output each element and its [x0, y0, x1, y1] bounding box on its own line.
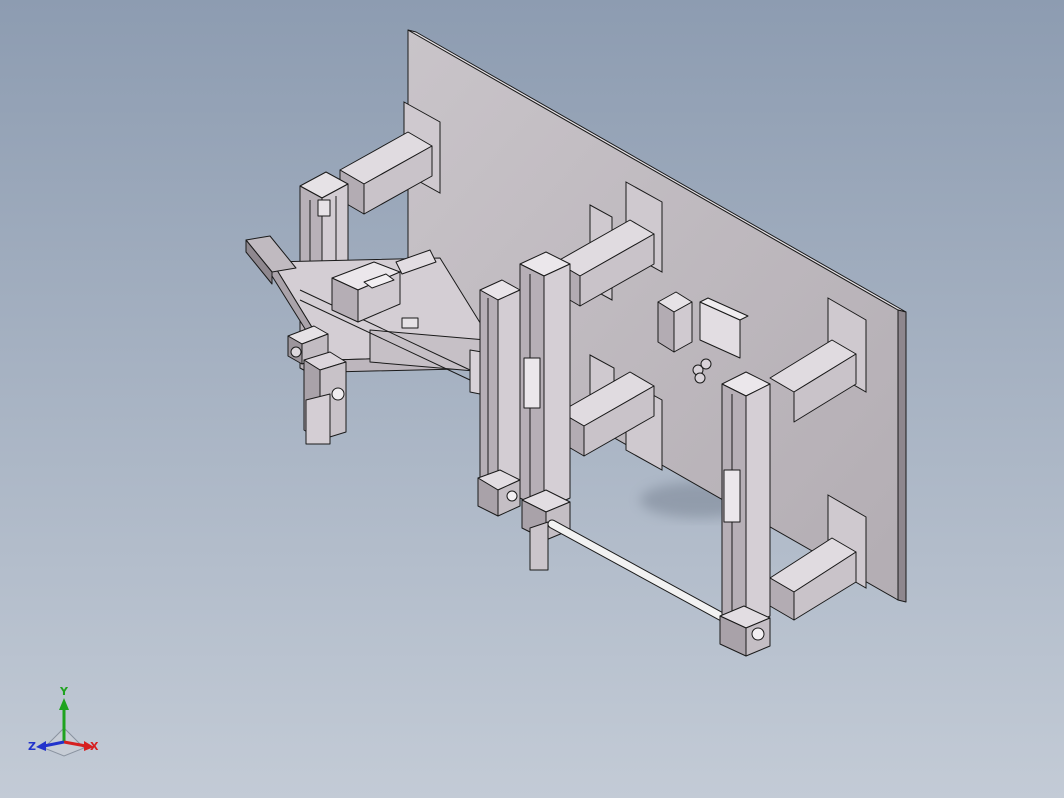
- middle-vertical-module-a[interactable]: [477, 279, 521, 517]
- connecting-rod: [547, 519, 729, 623]
- right-vertical-module[interactable]: [719, 371, 771, 657]
- z-axis-arrowhead: [36, 741, 46, 751]
- y-axis-arrowhead: [59, 698, 69, 710]
- z-axis-label: Z: [28, 740, 36, 753]
- y-axis-label: Y: [60, 685, 68, 698]
- assembly-3d-view[interactable]: [0, 0, 1064, 798]
- middle-vertical-module-b[interactable]: [519, 251, 571, 571]
- cad-viewport[interactable]: Y X Z: [0, 0, 1064, 798]
- x-axis-label: X: [90, 740, 99, 753]
- coordinate-triad: [36, 698, 94, 757]
